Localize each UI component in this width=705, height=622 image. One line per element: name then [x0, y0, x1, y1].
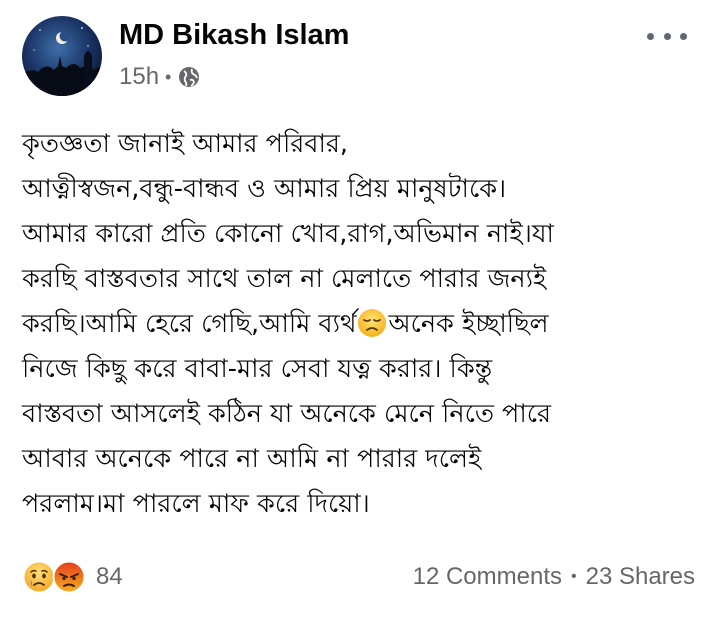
post-text-line: বাস্তবতা আসলেই কঠিন যা অনেকে মেনে নিতে প… — [22, 399, 552, 429]
post-footer: 84 12 Comments • 23 Shares — [22, 560, 695, 600]
more-dot — [647, 32, 654, 40]
post-text-segment: অনেক ইচ্ছাছিল — [388, 309, 549, 339]
post-text-line: আবার অনেকে পারে না আমি না পারার দলেই — [22, 444, 482, 474]
reactions-summary[interactable]: 84 — [22, 560, 123, 594]
sad-reaction-icon — [22, 560, 56, 594]
reaction-count: 84 — [96, 563, 123, 590]
post-text-segment: করছি।আমি হেরে গেছি,আমি ব্যর্থ — [22, 309, 357, 339]
post-text-line: করছি।আমি হেরে গেছি,আমি ব্যর্থ অনেক ইচ্ছাছ… — [22, 302, 692, 347]
post-text-line: আমার কারো প্রতি কোনো খোব,রাগ,অভিমান নাই।… — [22, 219, 554, 249]
post-timestamp[interactable]: 15h — [119, 63, 159, 91]
stats-separator: • — [570, 568, 577, 585]
post-text-line: আত্নীস্বজন,বন্ধু-বান্ধব ও আমার প্রিয় মা… — [22, 174, 507, 204]
post-text-line: কৃতজ্ঞতা জানাই আমার পরিবার, — [22, 129, 348, 159]
more-dot — [680, 32, 687, 40]
shares-count-link[interactable]: 23 Shares — [586, 563, 695, 591]
post-text-line: নিজে কিছু করে বাবা-মার সেবা যত্ন করার। ক… — [22, 354, 493, 384]
more-options-icon[interactable] — [647, 26, 687, 46]
post-text-line: করছি বাস্তবতার সাথে তাল না মেলাতে পারার … — [22, 264, 547, 294]
post-body: কৃতজ্ঞতা জানাই আমার পরিবার, আত্নীস্বজন,ব… — [22, 122, 692, 527]
globe-icon[interactable] — [178, 66, 200, 88]
post-header: MD Bikash Islam 15h • — [22, 16, 687, 100]
author-name[interactable]: MD Bikash Islam — [119, 19, 349, 52]
angry-reaction-icon — [52, 560, 86, 594]
avatar[interactable] — [22, 16, 102, 96]
disappointed-face-emoji-icon — [357, 308, 387, 338]
more-dot — [663, 32, 671, 40]
avatar-night-sky-image — [22, 16, 102, 96]
post-stats: 12 Comments • 23 Shares — [413, 563, 695, 591]
comments-count-link[interactable]: 12 Comments — [413, 563, 562, 591]
post-text-line: পরলাম।মা পারলে মাফ করে দিয়ো। — [22, 489, 370, 519]
post-meta: 15h • — [119, 63, 200, 91]
meta-separator: • — [165, 66, 172, 87]
